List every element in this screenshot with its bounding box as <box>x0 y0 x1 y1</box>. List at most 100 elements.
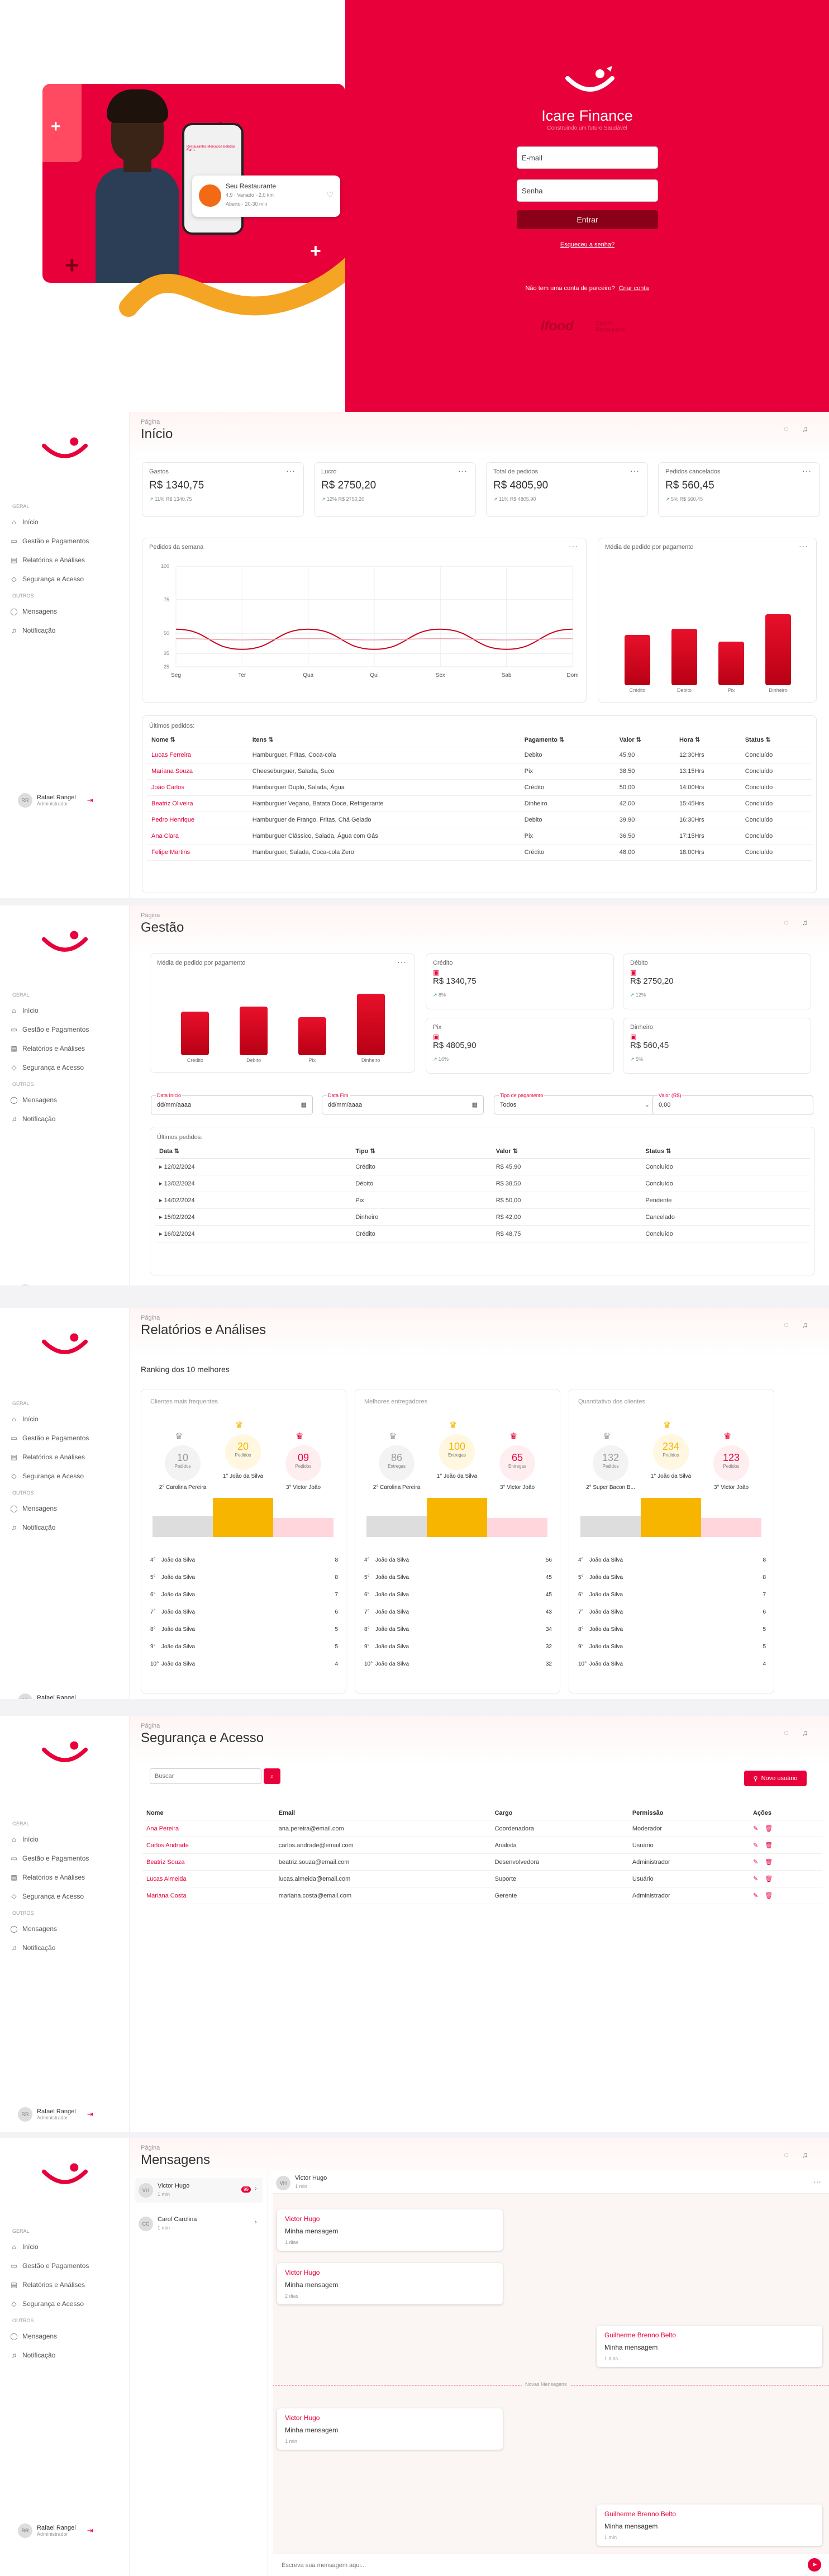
table-row[interactable]: Lucas Almeida lucas.almeida@email.com Supo… <box>142 1870 822 1887</box>
sidebar-item-notificacao[interactable]: ♫ Notificação <box>10 1938 89 1957</box>
delete-icon[interactable]: 🗑 <box>765 1859 773 1866</box>
sidebar-item-mensagens[interactable]: ◯ Mensagens <box>10 1499 89 1518</box>
table-row[interactable]: Mariana Souza Cheeseburguer, Salada, Suco… <box>147 763 812 780</box>
bell-icon[interactable]: ♫ <box>802 1728 808 1737</box>
sidebar-item-mensagens[interactable]: ◯ Mensagens <box>10 1919 89 1938</box>
bell-icon[interactable]: ♫ <box>802 424 808 433</box>
table-row[interactable]: Ana Clara Hamburguer Clássico, Salada, Ág… <box>147 828 812 845</box>
filter-field[interactable]: Tipo de pagamento Todos ⌄ <box>494 1093 656 1114</box>
contact-item[interactable]: CC Carol Carolina 1 min › <box>135 2212 263 2236</box>
table-row[interactable]: Carlos Andrade carlos.andrade@email.com An… <box>142 1837 822 1854</box>
chat-icon[interactable]: ◌ <box>784 1320 788 1329</box>
table-row[interactable]: ▸ 12/02/2024 Crédito R$ 45,90 Concluído <box>155 1158 810 1175</box>
filter-field[interactable]: Valor (R$) 0,00 <box>652 1093 813 1114</box>
sidebar-item-inicio[interactable]: ⌂ Início <box>10 1410 89 1429</box>
sidebar-item-notificacao[interactable]: ♫ Notificação <box>10 1109 89 1128</box>
message-input[interactable] <box>273 2554 829 2576</box>
more-icon[interactable]: ··· <box>630 466 640 475</box>
logout-icon[interactable]: ⇥ <box>87 2110 93 2119</box>
edit-icon[interactable]: ✎ <box>753 1825 758 1832</box>
table-row[interactable]: Ana Pereira ana.pereira@email.com Coordena… <box>142 1820 822 1837</box>
logout-icon[interactable]: ⇥ <box>87 1696 93 1699</box>
contact-item[interactable]: VH Victor Hugo 1 min 99 › <box>135 2178 263 2203</box>
sidebar-item-relatorios[interactable]: ▤ Relatórios e Análises <box>10 1039 89 1058</box>
sidebar-item-seguranca[interactable]: ◇ Segurança e Acesso <box>10 2294 89 2313</box>
sidebar-item-relatorios[interactable]: ▤ Relatórios e Análises <box>10 1868 89 1887</box>
more-icon[interactable]: ··· <box>286 466 296 475</box>
chat-icon[interactable]: ◌ <box>784 918 788 927</box>
edit-icon[interactable]: ✎ <box>753 1842 758 1849</box>
sidebar-item-seguranca[interactable]: ◇ Segurança e Acesso <box>10 1467 89 1486</box>
password-field[interactable]: Senha <box>517 179 658 202</box>
chat-icon[interactable]: ◌ <box>784 1728 788 1737</box>
column-header[interactable]: Tipo ⇅ <box>351 1144 492 1159</box>
delete-icon[interactable]: 🗑 <box>765 1842 773 1849</box>
column-header[interactable]: Status ⇅ <box>740 733 812 747</box>
table-row[interactable]: Felipe Martins Hamburguer, Salada, Coca-c… <box>147 844 812 861</box>
sidebar-item-gestao[interactable]: ▭ Gestão e Pagamentos <box>10 1429 89 1448</box>
more-icon[interactable]: ··· <box>458 466 468 475</box>
filter-field[interactable]: Data Fim dd/mm/aaaa ▦ <box>322 1093 484 1114</box>
column-header[interactable]: Valor ⇅ <box>491 1144 641 1159</box>
create-account-link[interactable]: Criar conta <box>619 285 649 292</box>
column-header[interactable]: Valor ⇅ <box>614 733 675 747</box>
search-button[interactable]: ⌕ <box>264 1768 280 1784</box>
sidebar-item-relatorios[interactable]: ▤ Relatórios e Análises <box>10 1448 89 1467</box>
table-row[interactable]: Mariana Costa mariana.costa@email.com Gere… <box>142 1887 822 1904</box>
sidebar-item-inicio[interactable]: ⌂ Início <box>10 1830 89 1849</box>
column-header[interactable]: Status ⇅ <box>641 1144 810 1159</box>
sidebar-item-notificacao[interactable]: ♫ Notificação <box>10 621 89 640</box>
table-row[interactable]: ▸ 16/02/2024 Crédito R$ 48,75 Concluído <box>155 1225 810 1242</box>
sidebar-item-notificacao[interactable]: ♫ Notificação <box>10 1518 89 1537</box>
sidebar-item-gestao[interactable]: ▭ Gestão e Pagamentos <box>10 2256 89 2275</box>
sidebar-item-mensagens[interactable]: ◯ Mensagens <box>10 1090 89 1109</box>
more-icon[interactable]: ··· <box>813 2177 821 2186</box>
sidebar-item-seguranca[interactable]: ◇ Segurança e Acesso <box>10 570 89 589</box>
column-header[interactable]: Nome ⇅ <box>147 733 248 747</box>
sidebar-item-mensagens[interactable]: ◯ Mensagens <box>10 602 89 621</box>
delete-icon[interactable]: 🗑 <box>765 1892 773 1899</box>
sidebar-item-gestao[interactable]: ▭ Gestão e Pagamentos <box>10 1020 89 1039</box>
send-button[interactable]: ➤ <box>808 2558 821 2572</box>
search-input[interactable] <box>150 1768 261 1784</box>
sidebar-item-seguranca[interactable]: ◇ Segurança e Acesso <box>10 1887 89 1906</box>
table-row[interactable]: João Carlos Hamburguer Duplo, Salada, Águ… <box>147 779 812 796</box>
table-row[interactable]: Beatriz Oliveira Hamburguer Vegano, Batat… <box>147 795 812 812</box>
sidebar-item-inicio[interactable]: ⌂ Início <box>10 2237 89 2256</box>
column-header[interactable]: Itens ⇅ <box>247 733 520 747</box>
bell-icon[interactable]: ♫ <box>802 2150 808 2159</box>
new-user-button[interactable]: ⚲ Novo usuário <box>744 1771 807 1786</box>
sidebar-item-notificacao[interactable]: ♫ Notificação <box>10 2346 89 2365</box>
table-row[interactable]: Beatriz Souza beatriz.souza@email.com Dese… <box>142 1853 822 1871</box>
chat-icon[interactable]: ◌ <box>784 424 788 433</box>
sidebar-item-relatorios[interactable]: ▤ Relatórios e Análises <box>10 551 89 570</box>
email-field[interactable]: E-mail <box>517 146 658 169</box>
table-row[interactable]: ▸ 13/02/2024 Débito R$ 38,50 Concluído <box>155 1175 810 1192</box>
sidebar-item-inicio[interactable]: ⌂ Início <box>10 513 89 532</box>
sidebar-item-seguranca[interactable]: ◇ Segurança e Acesso <box>10 1058 89 1077</box>
bell-icon[interactable]: ♫ <box>802 918 808 927</box>
column-header[interactable]: Hora ⇅ <box>674 733 741 747</box>
bell-icon[interactable]: ♫ <box>802 1320 808 1329</box>
delete-icon[interactable]: 🗑 <box>765 1876 773 1882</box>
forgot-password-link[interactable]: Esqueceu a senha? <box>517 241 658 248</box>
table-row[interactable]: ▸ 15/02/2024 Dinheiro R$ 42,00 Cancelado <box>155 1208 810 1226</box>
edit-icon[interactable]: ✎ <box>753 1876 758 1882</box>
chat-icon[interactable]: ◌ <box>784 2150 788 2159</box>
sidebar-item-inicio[interactable]: ⌂ Início <box>10 1001 89 1020</box>
sidebar-item-relatorios[interactable]: ▤ Relatórios e Análises <box>10 2275 89 2294</box>
sidebar-item-gestao[interactable]: ▭ Gestão e Pagamentos <box>10 532 89 551</box>
logout-icon[interactable]: ⇥ <box>87 2526 93 2535</box>
sidebar-item-mensagens[interactable]: ◯ Mensagens <box>10 2327 89 2346</box>
filter-field[interactable]: Data Início dd/mm/aaaa ▦ <box>151 1093 313 1114</box>
column-header[interactable]: Pagamento ⇅ <box>520 733 615 747</box>
login-button[interactable]: Entrar <box>517 210 658 229</box>
edit-icon[interactable]: ✎ <box>753 1859 758 1866</box>
table-row[interactable]: Lucas Ferreira Hamburguer, Fritas, Coca-c… <box>147 747 812 763</box>
logout-icon[interactable]: ⇥ <box>87 796 93 805</box>
sidebar-item-gestao[interactable]: ▭ Gestão e Pagamentos <box>10 1849 89 1868</box>
more-icon[interactable]: ··· <box>802 466 812 475</box>
table-row[interactable]: ▸ 14/02/2024 Pix R$ 50,00 Pendente <box>155 1192 810 1209</box>
column-header[interactable]: Data ⇅ <box>155 1144 351 1159</box>
edit-icon[interactable]: ✎ <box>753 1892 758 1899</box>
